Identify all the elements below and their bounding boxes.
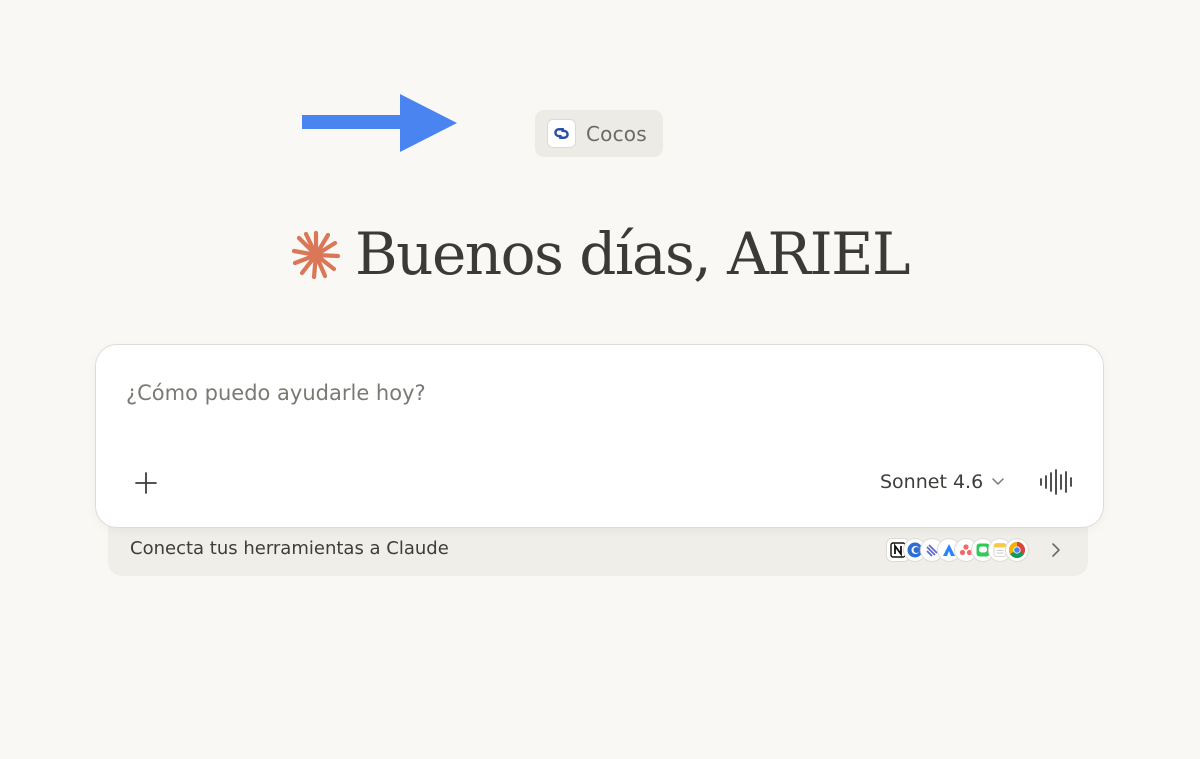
project-selector[interactable]: Cocos xyxy=(535,110,663,157)
greeting-heading: Buenos días, ARIEL xyxy=(0,216,1200,292)
model-label: Sonnet 4.6 xyxy=(880,471,984,493)
claude-spark-icon xyxy=(291,230,341,280)
tool-icons-group[interactable] xyxy=(886,537,1029,563)
annotation-arrow-icon xyxy=(302,94,457,152)
plus-icon xyxy=(135,472,157,494)
link-loop-icon xyxy=(547,119,576,148)
message-input[interactable] xyxy=(126,375,1066,411)
chrome-icon xyxy=(1005,538,1029,562)
message-composer: Sonnet 4.6 xyxy=(95,344,1104,528)
project-name: Cocos xyxy=(586,121,647,146)
voice-mode-button[interactable] xyxy=(1036,467,1076,497)
greeting-text: Buenos días, ARIEL xyxy=(355,220,911,288)
chevron-right-icon[interactable] xyxy=(1048,540,1064,560)
connect-tools-label[interactable]: Conecta tus herramientas a Claude xyxy=(130,538,449,559)
voice-waveform-icon xyxy=(1040,469,1072,495)
add-attachment-button[interactable] xyxy=(130,467,162,499)
chevron-down-icon xyxy=(992,478,1004,485)
model-selector[interactable]: Sonnet 4.6 xyxy=(880,467,1005,497)
